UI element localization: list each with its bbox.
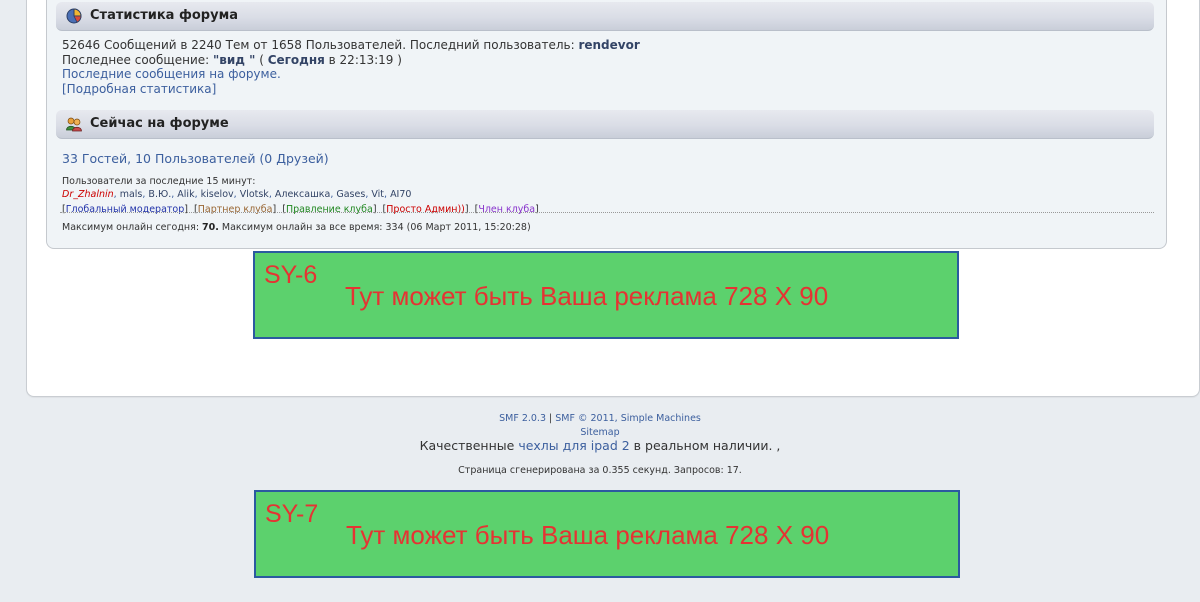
max-online: Максимум онлайн сегодня: 70. Максимум он… (62, 222, 531, 233)
ad-text: Тут может быть Ваша реклама 728 X 90 (346, 520, 830, 550)
smf-copyright-link[interactable]: SMF © 2011, Simple Machines (555, 413, 701, 424)
group-board[interactable]: Правление клуба (286, 204, 373, 215)
forum-wrapper-bottom (32, 358, 1180, 382)
online-user[interactable]: Vlotsk (240, 189, 269, 200)
online-content: 33 Гостей, 10 Пользователей (0 Друзей) П… (62, 148, 539, 216)
online-header: Сейчас на форуме (56, 110, 1154, 139)
online-user[interactable]: Dr_Zhalnin (62, 189, 114, 200)
max-today-value: 70. (202, 222, 219, 233)
online-count-link[interactable]: 33 Гостей, 10 Пользователей (0 Друзей) (62, 151, 329, 166)
group-partner[interactable]: Партнер клуба (198, 204, 273, 215)
footer-credits: SMF 2.0.3 | SMF © 2011, Simple Machines (0, 413, 1200, 424)
pie-chart-icon (66, 8, 82, 24)
group-member[interactable]: Член клуба (478, 204, 535, 215)
last-post-link[interactable]: "вид " (213, 53, 255, 67)
recent-posts-link[interactable]: Последние сообщения на форуме. (62, 67, 281, 81)
online-user[interactable]: AI70 (390, 189, 411, 200)
online-user[interactable]: Алексашка (275, 189, 330, 200)
online-user[interactable]: В.Ю. (148, 189, 171, 200)
last-user-link[interactable]: rendevor (578, 38, 639, 52)
online-divider (60, 212, 1154, 213)
max-today-label: Максимум онлайн сегодня: (62, 222, 203, 233)
stats-counts-text: 52646 Сообщений в 2240 Тем от 1658 Польз… (62, 38, 579, 52)
promo-after: в реальном наличии. , (629, 438, 781, 453)
max-all-text: Максимум онлайн за все время: 334 (06 Ма… (218, 222, 531, 233)
users-icon (66, 117, 82, 132)
online-users-list: Dr_Zhalnin, mals, В.Ю., Alik, kiselov, V… (62, 189, 412, 200)
last-post-paren: ( (255, 52, 268, 67)
ad-banner-sy7[interactable]: SY-7 Тут может быть Ваша реклама 728 X 9… (254, 490, 960, 578)
footer-promo: Качественные чехлы для ipad 2 в реальном… (0, 438, 1200, 453)
page-generated: Страница сгенерирована за 0.355 секунд. … (458, 465, 742, 476)
last-post-time: в 22:13:19 ) (324, 52, 402, 67)
online-user[interactable]: Gases (336, 189, 365, 200)
smf-version-link[interactable]: SMF 2.0.3 (499, 413, 546, 424)
online-user[interactable]: Vit (371, 189, 384, 200)
promo-link-ipad[interactable]: ipad 2 (591, 438, 630, 453)
last-post-line: Последнее сообщение: "вид " ( Сегодня в … (62, 53, 640, 68)
footer: SMF 2.0.3 | SMF © 2011, Simple Machines … (0, 413, 1200, 476)
online-user[interactable]: mals (120, 189, 143, 200)
last-post-today: Сегодня (267, 52, 325, 67)
stats-counts: 52646 Сообщений в 2240 Тем от 1658 Польз… (62, 38, 640, 53)
ad-code: SY-7 (265, 500, 319, 528)
footer-sep: | (546, 413, 556, 424)
stats-title: Статистика форума (90, 8, 238, 23)
online-user[interactable]: Alik (177, 189, 194, 200)
stats-header: Статистика форума (56, 2, 1154, 31)
group-admin[interactable]: Просто Админ)) (386, 204, 465, 215)
ad-code: SY-6 (264, 261, 318, 289)
promo-link-cases[interactable]: чехлы для (518, 438, 586, 453)
ad-banner-sy6[interactable]: SY-6 Тут может быть Ваша реклама 728 X 9… (253, 251, 959, 339)
online-title: Сейчас на форуме (90, 116, 229, 131)
group-legend: [Глобальный модератор] [Партнер клуба] [… (62, 204, 539, 215)
group-global-moderator[interactable]: Глобальный модератор (66, 204, 185, 215)
last-post-label: Последнее сообщение: (62, 52, 213, 67)
ad-text: Тут может быть Ваша реклама 728 X 90 (345, 281, 829, 311)
last15-label: Пользователи за последние 15 минут: (62, 176, 256, 187)
detailed-stats-link[interactable]: [Подробная статистика] (62, 82, 216, 96)
stats-content: 52646 Сообщений в 2240 Тем от 1658 Польз… (62, 38, 640, 96)
sitemap-link[interactable]: Sitemap (580, 427, 619, 438)
promo-before: Качественные (419, 438, 519, 453)
online-user[interactable]: kiselov (201, 189, 234, 200)
